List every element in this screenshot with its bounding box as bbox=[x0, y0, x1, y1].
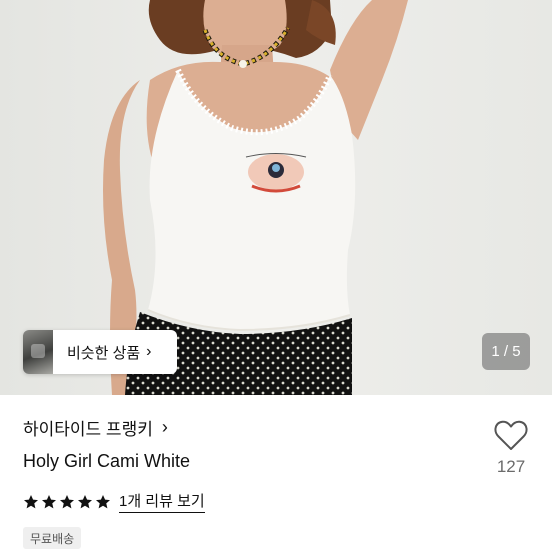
rating-row: 1개 리뷰 보기 bbox=[23, 490, 205, 513]
star-filled-icon bbox=[60, 494, 74, 508]
reviews-link[interactable]: 1개 리뷰 보기 bbox=[119, 490, 205, 513]
like-count: 127 bbox=[496, 457, 526, 476]
brand-name: 하이타이드 프랭키 bbox=[23, 420, 153, 439]
heart-outline-icon[interactable] bbox=[494, 420, 528, 451]
chevron-right-icon: › bbox=[161, 417, 168, 437]
star-filled-icon bbox=[78, 494, 92, 508]
star-rating bbox=[23, 494, 111, 510]
star-filled-icon bbox=[96, 494, 110, 508]
product-image[interactable]: 비슷한 상품 › 1 / 5 bbox=[0, 0, 552, 395]
like-section: 127 bbox=[490, 420, 532, 477]
chevron-right-icon: › bbox=[146, 343, 152, 360]
similar-products-button[interactable]: 비슷한 상품 › bbox=[23, 330, 177, 374]
brand-link[interactable]: 하이타이드 프랭키 › bbox=[23, 415, 168, 440]
free-shipping-badge: 무료배송 bbox=[23, 527, 82, 549]
star-filled-icon bbox=[24, 494, 38, 508]
similar-product-thumbnail bbox=[23, 330, 53, 374]
similar-products-label: 비슷한 상품 bbox=[67, 344, 141, 362]
image-page-indicator: 1 / 5 bbox=[482, 333, 530, 370]
product-title: Holy Girl Cami White bbox=[23, 451, 191, 471]
star-filled-icon bbox=[42, 494, 56, 508]
